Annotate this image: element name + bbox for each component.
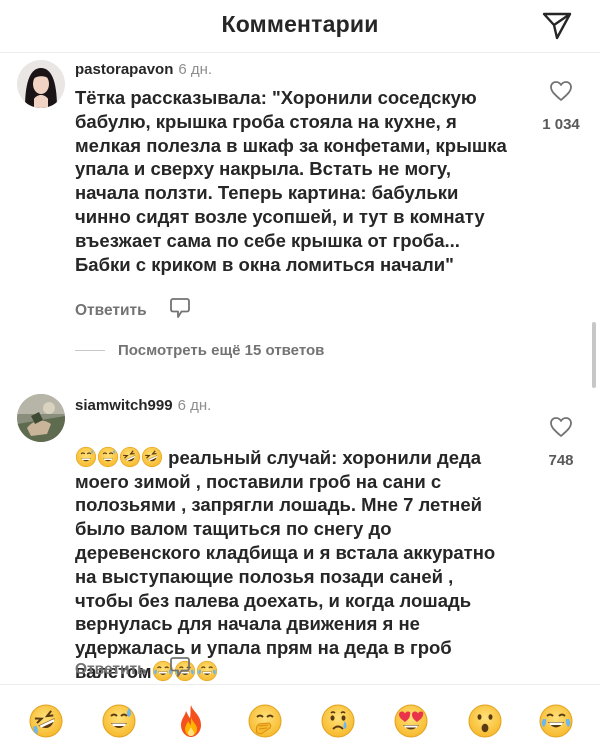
- view-replies-button[interactable]: Посмотреть ещё 15 ответов: [75, 342, 324, 359]
- username[interactable]: pastorapavon: [75, 61, 173, 78]
- sweat-smile-icon[interactable]: [101, 703, 137, 739]
- rolling-laughing-icon[interactable]: [28, 703, 64, 739]
- comment-header: pastorapavon 6 дн.: [75, 60, 212, 80]
- timestamp: 6 дн.: [178, 61, 213, 78]
- crying-icon[interactable]: [320, 703, 356, 739]
- comment-text: реальный случай: хоронили деда моего зим…: [75, 446, 496, 682]
- like-count: 1 034: [542, 116, 580, 133]
- rolling-laughing-icon: [119, 446, 141, 468]
- page-title: Комментарии: [221, 11, 379, 37]
- comment-header: siamwitch999 6 дн.: [75, 396, 211, 416]
- tears-of-joy-icon[interactable]: [538, 703, 574, 739]
- grin-sweat-icon: [75, 446, 97, 468]
- reply-button[interactable]: Ответить: [75, 661, 147, 679]
- avatar[interactable]: [17, 394, 65, 442]
- translate-bubble-icon[interactable]: [169, 655, 191, 684]
- username[interactable]: siamwitch999: [75, 397, 173, 414]
- hand-over-mouth-icon[interactable]: [247, 703, 283, 739]
- send-icon[interactable]: [541, 11, 573, 41]
- reply-button[interactable]: Ответить: [75, 302, 147, 320]
- heart-icon[interactable]: [549, 416, 573, 438]
- tears-of-joy-icon: [196, 660, 218, 682]
- comment-text-block: реальный случай: хоронили деда моего зим…: [75, 422, 515, 684]
- heart-icon[interactable]: [549, 80, 573, 102]
- header: Комментарии: [0, 0, 600, 53]
- fire-icon[interactable]: [173, 703, 209, 739]
- grin-sweat-icon: [97, 446, 119, 468]
- translate-bubble-icon[interactable]: [169, 296, 191, 325]
- reply-row: Ответить: [75, 296, 191, 325]
- avatar[interactable]: [17, 60, 65, 108]
- like-control[interactable]: 748: [540, 416, 582, 469]
- like-control[interactable]: 1 034: [540, 80, 582, 133]
- divider: [75, 350, 105, 351]
- comment-text: Тётка рассказывала: "Хоронили соседскую …: [75, 87, 507, 275]
- emoji-reaction-bar: [0, 684, 600, 755]
- view-replies-label: Посмотреть ещё 15 ответов: [118, 342, 325, 359]
- surprised-icon[interactable]: [467, 703, 503, 739]
- like-count: 748: [548, 452, 574, 469]
- rolling-laughing-icon: [141, 446, 163, 468]
- reply-row: Ответить: [75, 655, 191, 684]
- scrollbar[interactable]: [592, 322, 596, 388]
- timestamp: 6 дн.: [177, 397, 212, 414]
- heart-eyes-icon[interactable]: [393, 703, 429, 739]
